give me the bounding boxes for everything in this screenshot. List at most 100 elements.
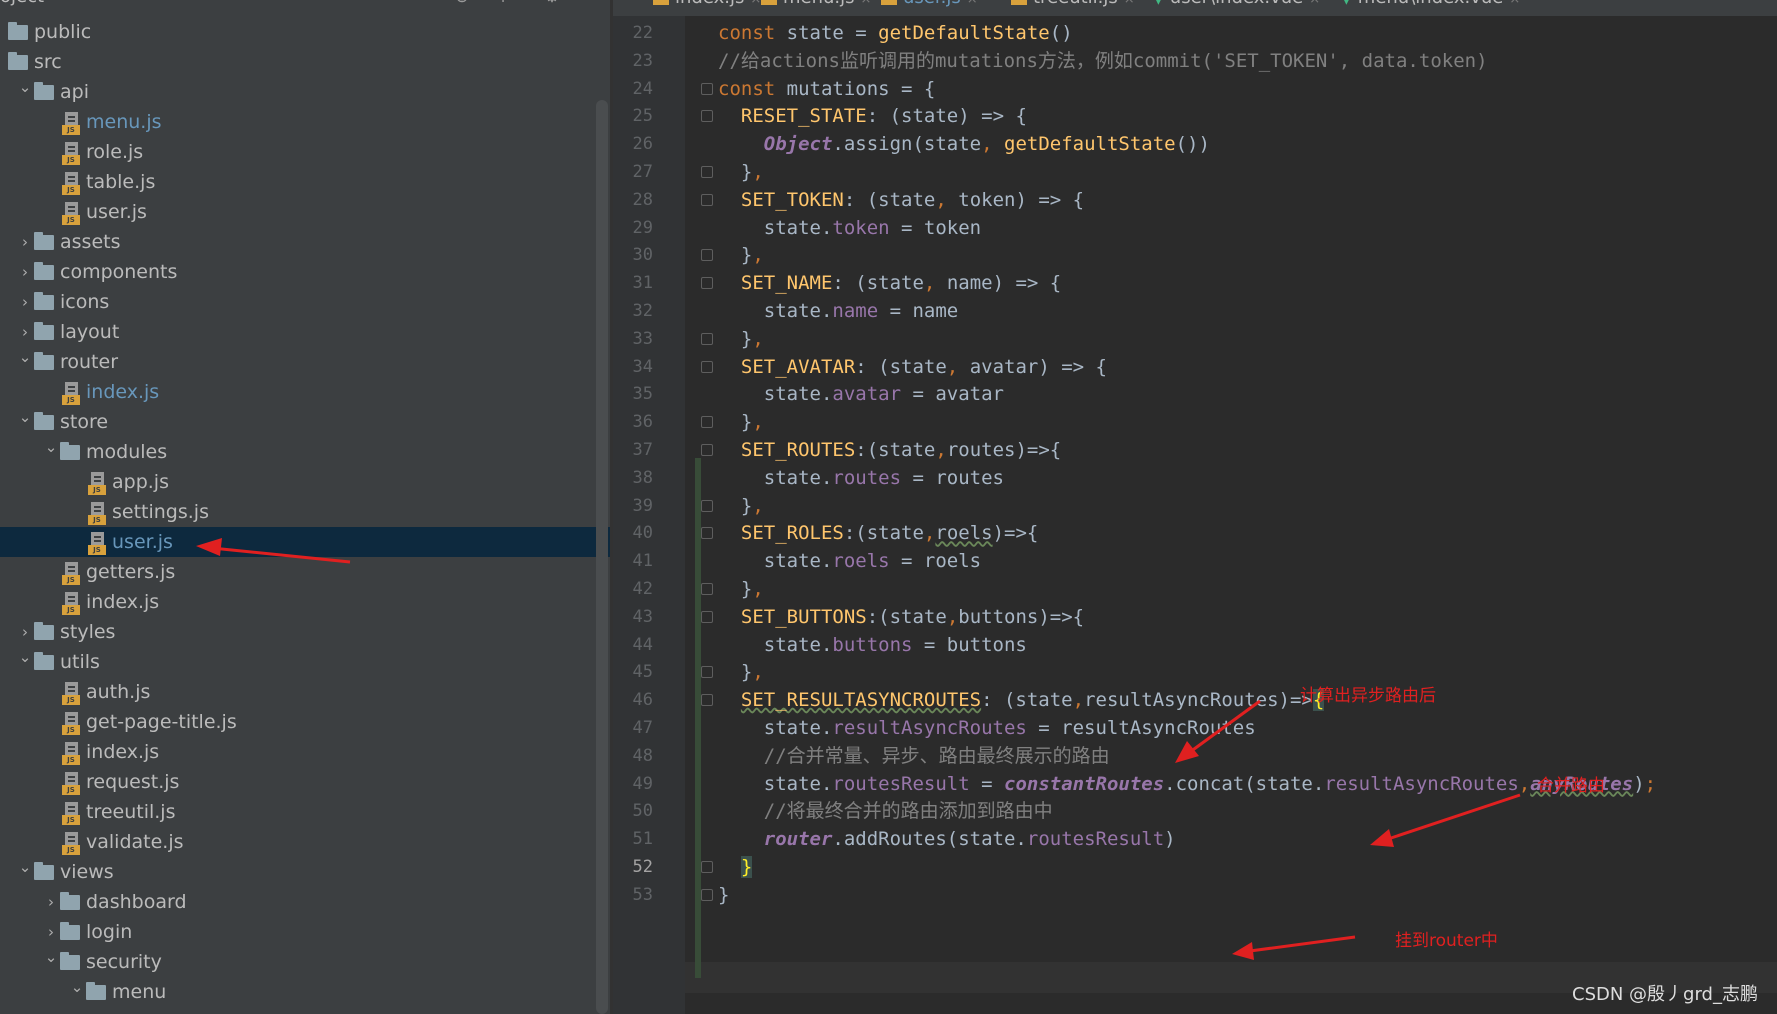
tree-file-row[interactable]: JS menu.js: [0, 107, 610, 137]
editor-tab[interactable]: index.js ×: [653, 0, 761, 16]
code-line[interactable]: state.roels = roels: [718, 546, 981, 577]
chevron-down-icon[interactable]: ⌄: [18, 642, 32, 672]
tree-file-row[interactable]: JS get-page-title.js: [0, 707, 610, 737]
tree-folder-row[interactable]: src: [0, 47, 610, 77]
code-editor[interactable]: 22 23 24 25 26 27 28 29 30 31 32 33 34 35 36 37 38 39 40 41…: [613, 16, 1777, 1014]
fold-marker-icon[interactable]: [701, 499, 713, 514]
fold-marker-icon[interactable]: [701, 193, 713, 208]
chevron-right-icon[interactable]: ›: [44, 887, 58, 917]
fold-marker-icon[interactable]: [701, 888, 713, 903]
code-line[interactable]: },: [718, 407, 764, 438]
tree-folder-row[interactable]: › login: [0, 917, 610, 947]
code-line[interactable]: },: [718, 491, 764, 522]
tree-file-row[interactable]: JS app.js: [0, 467, 610, 497]
code-line[interactable]: SET_TOKEN: (state, token) => {: [718, 185, 1084, 216]
locate-icon[interactable]: ⊕: [453, 0, 471, 6]
fold-marker-icon[interactable]: [701, 583, 713, 597]
code-line[interactable]: state.token = token: [718, 213, 981, 244]
close-tab-icon[interactable]: ×: [1309, 0, 1320, 7]
close-tab-icon[interactable]: ×: [1124, 0, 1135, 7]
code-line[interactable]: //合并常量、异步、路由最终展示的路由: [718, 741, 1110, 772]
close-tab-icon[interactable]: ×: [967, 0, 978, 7]
tree-folder-row[interactable]: › assets: [0, 227, 610, 257]
code-line[interactable]: SET_AVATAR: (state, avatar) => {: [718, 352, 1107, 383]
chevron-down-icon[interactable]: ⌄: [18, 852, 32, 882]
code-line[interactable]: Object.assign(state, getDefaultState()): [718, 129, 1210, 160]
tree-file-row[interactable]: JS index.js: [0, 587, 610, 617]
tree-folder-row[interactable]: ⌄ security: [0, 947, 610, 977]
code-line[interactable]: router.addRoutes(state.routesResult): [718, 824, 1176, 855]
settings-gear-icon[interactable]: ⚙: [543, 0, 561, 6]
editor-tab[interactable]: ▼ user\index.vue ×: [1153, 0, 1320, 16]
code-line[interactable]: RESET_STATE: (state) => {: [718, 101, 1027, 132]
tree-file-row[interactable]: JS auth.js: [0, 677, 610, 707]
tree-folder-row[interactable]: ⌄ modules: [0, 437, 610, 467]
fold-marker-icon[interactable]: [701, 332, 713, 347]
code-line[interactable]: state.avatar = avatar: [718, 379, 1004, 410]
tree-folder-row[interactable]: › dashboard: [0, 887, 610, 917]
close-tab-icon[interactable]: ×: [1509, 0, 1520, 7]
code-line[interactable]: //将最终合并的路由添加到路由中: [718, 796, 1053, 827]
fold-marker-icon[interactable]: [701, 82, 713, 97]
code-line[interactable]: },: [718, 240, 764, 271]
fold-marker-icon[interactable]: [701, 527, 713, 541]
chevron-down-icon[interactable]: ⌄: [18, 72, 32, 102]
code-line[interactable]: SET_NAME: (state, name) => {: [718, 268, 1061, 299]
code-line[interactable]: state.resultAsyncRoutes = resultAsyncRou…: [718, 713, 1256, 744]
chevron-down-icon[interactable]: ⌄: [44, 432, 58, 462]
fold-marker-icon[interactable]: [701, 110, 713, 124]
chevron-right-icon[interactable]: ›: [18, 287, 32, 317]
editor-tab[interactable]: ▼ menu\index.vue ×: [1341, 0, 1520, 16]
collapse-all-icon[interactable]: ⇡: [494, 0, 512, 6]
editor-tab[interactable]: menu.js ×: [761, 0, 871, 16]
code-line[interactable]: SET_RESULTASYNCROUTES: (state,resultAsyn…: [718, 685, 1325, 716]
tree-folder-row[interactable]: ⌄ menu: [0, 977, 610, 1007]
chevron-down-icon[interactable]: ⌄: [18, 342, 32, 372]
fold-marker-icon[interactable]: [701, 666, 713, 680]
tree-file-row[interactable]: JS getters.js: [0, 557, 610, 587]
code-line[interactable]: },: [718, 574, 764, 605]
tree-folder-row[interactable]: ⌄ views: [0, 857, 610, 887]
fold-marker-icon[interactable]: [701, 694, 713, 708]
code-line[interactable]: },: [718, 324, 764, 355]
tree-file-row[interactable]: JS request.js: [0, 767, 610, 797]
fold-marker-icon[interactable]: [701, 416, 713, 430]
tree-folder-row[interactable]: › styles: [0, 617, 610, 647]
code-line[interactable]: },: [718, 157, 764, 188]
code-line[interactable]: state.routes = routes: [718, 463, 1004, 494]
fold-marker-icon[interactable]: [701, 360, 713, 375]
editor-tab[interactable]: treeutil.js ×: [1011, 0, 1135, 16]
tree-file-row[interactable]: JS user.js: [0, 197, 610, 227]
tree-scrollbar[interactable]: [596, 100, 608, 1014]
fold-marker-icon[interactable]: [701, 166, 713, 180]
chevron-down-icon[interactable]: ⌄: [70, 972, 84, 1002]
fold-marker-icon[interactable]: [701, 277, 713, 291]
fold-marker-icon[interactable]: [701, 861, 713, 875]
tree-file-row[interactable]: JS index.js: [0, 737, 610, 767]
code-line[interactable]: const state = getDefaultState(): [718, 18, 1073, 49]
tree-folder-row[interactable]: ⌄ api: [0, 77, 610, 107]
fold-marker-icon[interactable]: [701, 249, 713, 263]
code-line[interactable]: const mutations = {: [718, 74, 935, 105]
code-line[interactable]: state.name = name: [718, 296, 958, 327]
tree-folder-row[interactable]: ⌄ store: [0, 407, 610, 437]
chevron-right-icon[interactable]: ›: [18, 227, 32, 257]
tree-folder-row[interactable]: public: [0, 17, 610, 47]
code-line[interactable]: state.buttons = buttons: [718, 630, 1027, 661]
close-tab-icon[interactable]: ×: [750, 0, 761, 7]
fold-marker-icon[interactable]: [701, 610, 713, 625]
tree-file-row[interactable]: JS role.js: [0, 137, 610, 167]
tree-file-row[interactable]: JS user.js: [0, 527, 610, 557]
tree-folder-row[interactable]: ⌄ router: [0, 347, 610, 377]
tree-file-row[interactable]: JS table.js: [0, 167, 610, 197]
code-line[interactable]: state.routesResult = constantRoutes.conc…: [718, 769, 1656, 800]
tree-folder-row[interactable]: › components: [0, 257, 610, 287]
tree-file-row[interactable]: JS validate.js: [0, 827, 610, 857]
chevron-down-icon[interactable]: ⌄: [18, 402, 32, 432]
code-line[interactable]: }: [718, 880, 729, 911]
code-line[interactable]: }: [718, 852, 753, 883]
chevron-down-icon[interactable]: ⌄: [44, 942, 58, 972]
tree-file-row[interactable]: JS index.js: [0, 377, 610, 407]
tree-folder-row[interactable]: › icons: [0, 287, 610, 317]
code-line[interactable]: SET_ROUTES:(state,routes)=>{: [718, 435, 1061, 466]
